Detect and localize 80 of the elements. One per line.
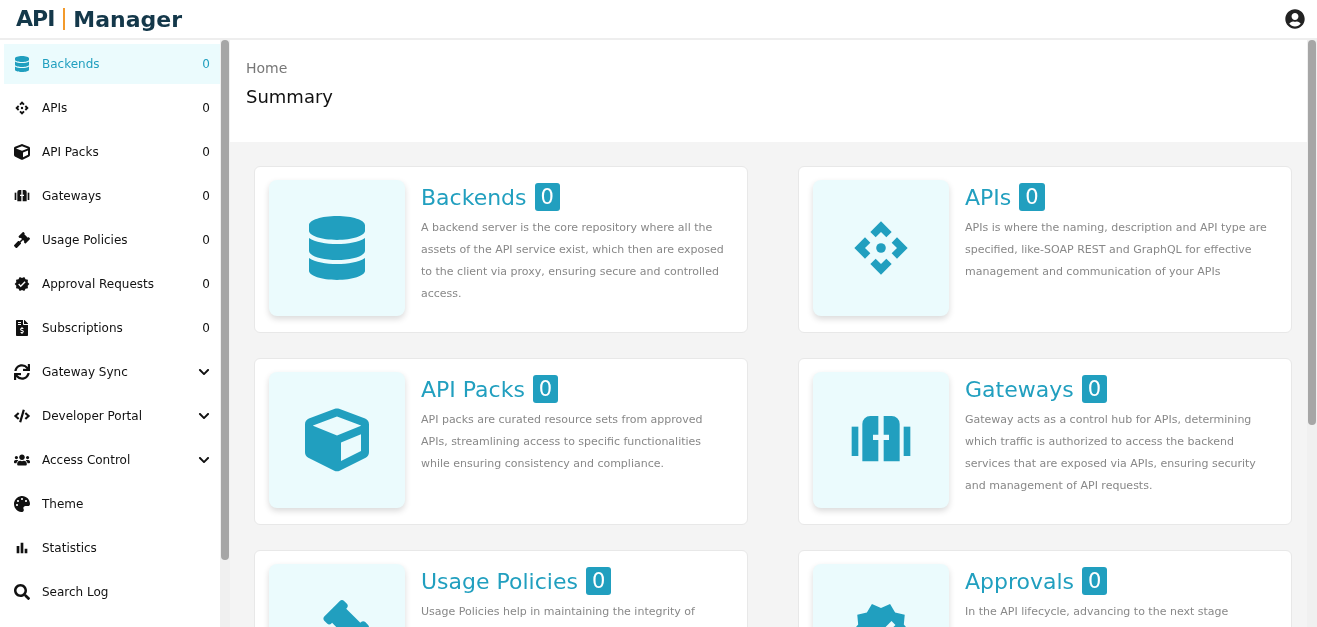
sidebar-item[interactable]: Subscriptions 0 <box>4 308 220 348</box>
sidebar-count: 0 <box>202 277 210 291</box>
card-title: Backends <box>421 184 527 210</box>
cube-icon <box>14 144 30 160</box>
card-title: Usage Policies <box>421 568 578 594</box>
sidebar-label: Backends <box>42 57 101 71</box>
sidebar-item[interactable]: Approval Requests 0 <box>4 264 220 304</box>
sidebar-label: Statistics <box>42 541 98 555</box>
chevron-down-icon[interactable] <box>198 366 210 378</box>
summary-card[interactable]: Backends 0 A backend server is the core repository where all the assets of the API service exist, which then are exposed to the client via proxy, ensuring secure and controlled access. <box>254 166 748 333</box>
sidebar-label: Gateway Sync <box>42 365 129 379</box>
sidebar-label: Subscriptions <box>42 321 124 335</box>
count-badge: 0 <box>1019 183 1045 211</box>
sidebar-item[interactable]: Gateways 0 <box>4 176 220 216</box>
bar-chart-icon <box>14 540 30 556</box>
card-description: APIs is where the naming, description and API type are specified, like-SOAP REST and GraphQL for effective management and communication of your APIs <box>965 220 1268 280</box>
sidebar-count: 0 <box>202 57 210 71</box>
card-title: APIs <box>965 184 1012 210</box>
user-icon[interactable] <box>1285 9 1305 29</box>
chevron-down-icon[interactable] <box>198 454 210 466</box>
palette-icon <box>14 496 30 512</box>
diamond-icon <box>14 100 30 116</box>
card-description: Usage Policies help in maintaining the integrity of <box>421 604 695 620</box>
summary-card[interactable]: Gateways 0 Gateway acts as a control hub for APIs, determining which traffic is authorized to access the backend services that are exposed via APIs, ensuring security and management of API requests. <box>798 358 1292 525</box>
sidebar-count: 0 <box>202 233 210 247</box>
card-title: Gateways <box>965 376 1074 402</box>
summary-card[interactable]: APIs 0 APIs is where the naming, description and API type are specified, like-SOAP REST and GraphQL for effective management and communication of your APIs <box>798 166 1292 333</box>
sidebar-item[interactable]: Developer Portal <box>4 396 220 436</box>
sidebar-item[interactable]: Statistics <box>4 528 220 568</box>
sidebar-label: Access Control <box>42 453 132 467</box>
invoice-icon <box>14 320 30 336</box>
sidebar-count: 0 <box>202 145 210 159</box>
card-description: A backend server is the core repository where all the assets of the API service exist, which then are exposed to the client via proxy, ensuring secure and controlled access. <box>421 220 725 302</box>
logo-text: Manager <box>73 6 183 32</box>
cube-icon <box>305 408 369 472</box>
sidebar-count: 0 <box>202 321 210 335</box>
sidebar-item[interactable]: Gateway Sync <box>4 352 220 392</box>
summary-card[interactable]: API Packs 0 API packs are curated resource sets from approved APIs, streamlining access to specific functionalities while ensuring consistency and compliance. <box>254 358 748 525</box>
sync-icon <box>14 364 30 380</box>
count-badge: 0 <box>534 183 560 211</box>
gavel-icon <box>14 232 30 248</box>
sidebar-label: Usage Policies <box>42 233 129 247</box>
users-icon <box>14 452 30 468</box>
card-description: API packs are curated resource sets from approved APIs, streamlining access to specific functionalities while ensuring consistency and compliance. <box>421 412 704 472</box>
page-title: Summary <box>246 86 334 107</box>
sidebar-item[interactable]: APIs 0 <box>4 88 220 128</box>
card-description: In the API lifecycle, advancing to the next stage <box>965 604 1229 620</box>
sidebar-label: Approval Requests <box>42 277 156 291</box>
card-title: Approvals <box>965 568 1075 594</box>
code-icon <box>14 408 30 424</box>
badge-check-icon <box>14 276 30 292</box>
card-title: API Packs <box>421 376 525 402</box>
scrollbar[interactable] <box>1307 40 1317 627</box>
count-badge: 0 <box>532 375 559 403</box>
summary-card[interactable]: Approvals 0 In the API lifecycle, advancing to the next stage <box>798 550 1292 627</box>
count-badge: 0 <box>1082 567 1108 595</box>
database-icon <box>14 56 30 72</box>
card-description: Gateway acts as a control hub for APIs, determining which traffic is authorized to access the backend services that are exposed via APIs, ensuring security and management of API requests. <box>965 412 1257 494</box>
sidebar-count: 0 <box>202 189 210 203</box>
sidebar-label: API Packs <box>42 145 100 159</box>
sidebar-label: Gateways <box>42 189 103 203</box>
sidebar-label: Theme <box>42 497 85 511</box>
count-badge: 0 <box>585 567 612 595</box>
logo-mark: API <box>16 8 66 30</box>
sidebar-count: 0 <box>202 101 210 115</box>
sidebar-item[interactable]: Access Control <box>4 440 220 480</box>
summary-card[interactable]: Usage Policies 0 Usage Policies help in maintaining the integrity of <box>254 550 748 627</box>
sidebar-label: Developer Portal <box>42 409 143 423</box>
sidebar-item[interactable]: Usage Policies 0 <box>4 220 220 260</box>
gate-icon <box>14 188 30 204</box>
sidebar-label: APIs <box>42 101 69 115</box>
sidebar-item[interactable]: API Packs 0 <box>4 132 220 172</box>
search-icon <box>14 584 30 600</box>
chevron-down-icon[interactable] <box>198 410 210 422</box>
count-badge: 0 <box>1081 375 1108 403</box>
breadcrumb[interactable]: Home <box>246 60 1291 76</box>
sidebar-label: Search Log <box>42 585 110 599</box>
scrollbar[interactable] <box>220 40 230 627</box>
sidebar-item[interactable]: Theme <box>4 484 220 524</box>
sidebar-item[interactable]: Search Log <box>4 572 220 612</box>
